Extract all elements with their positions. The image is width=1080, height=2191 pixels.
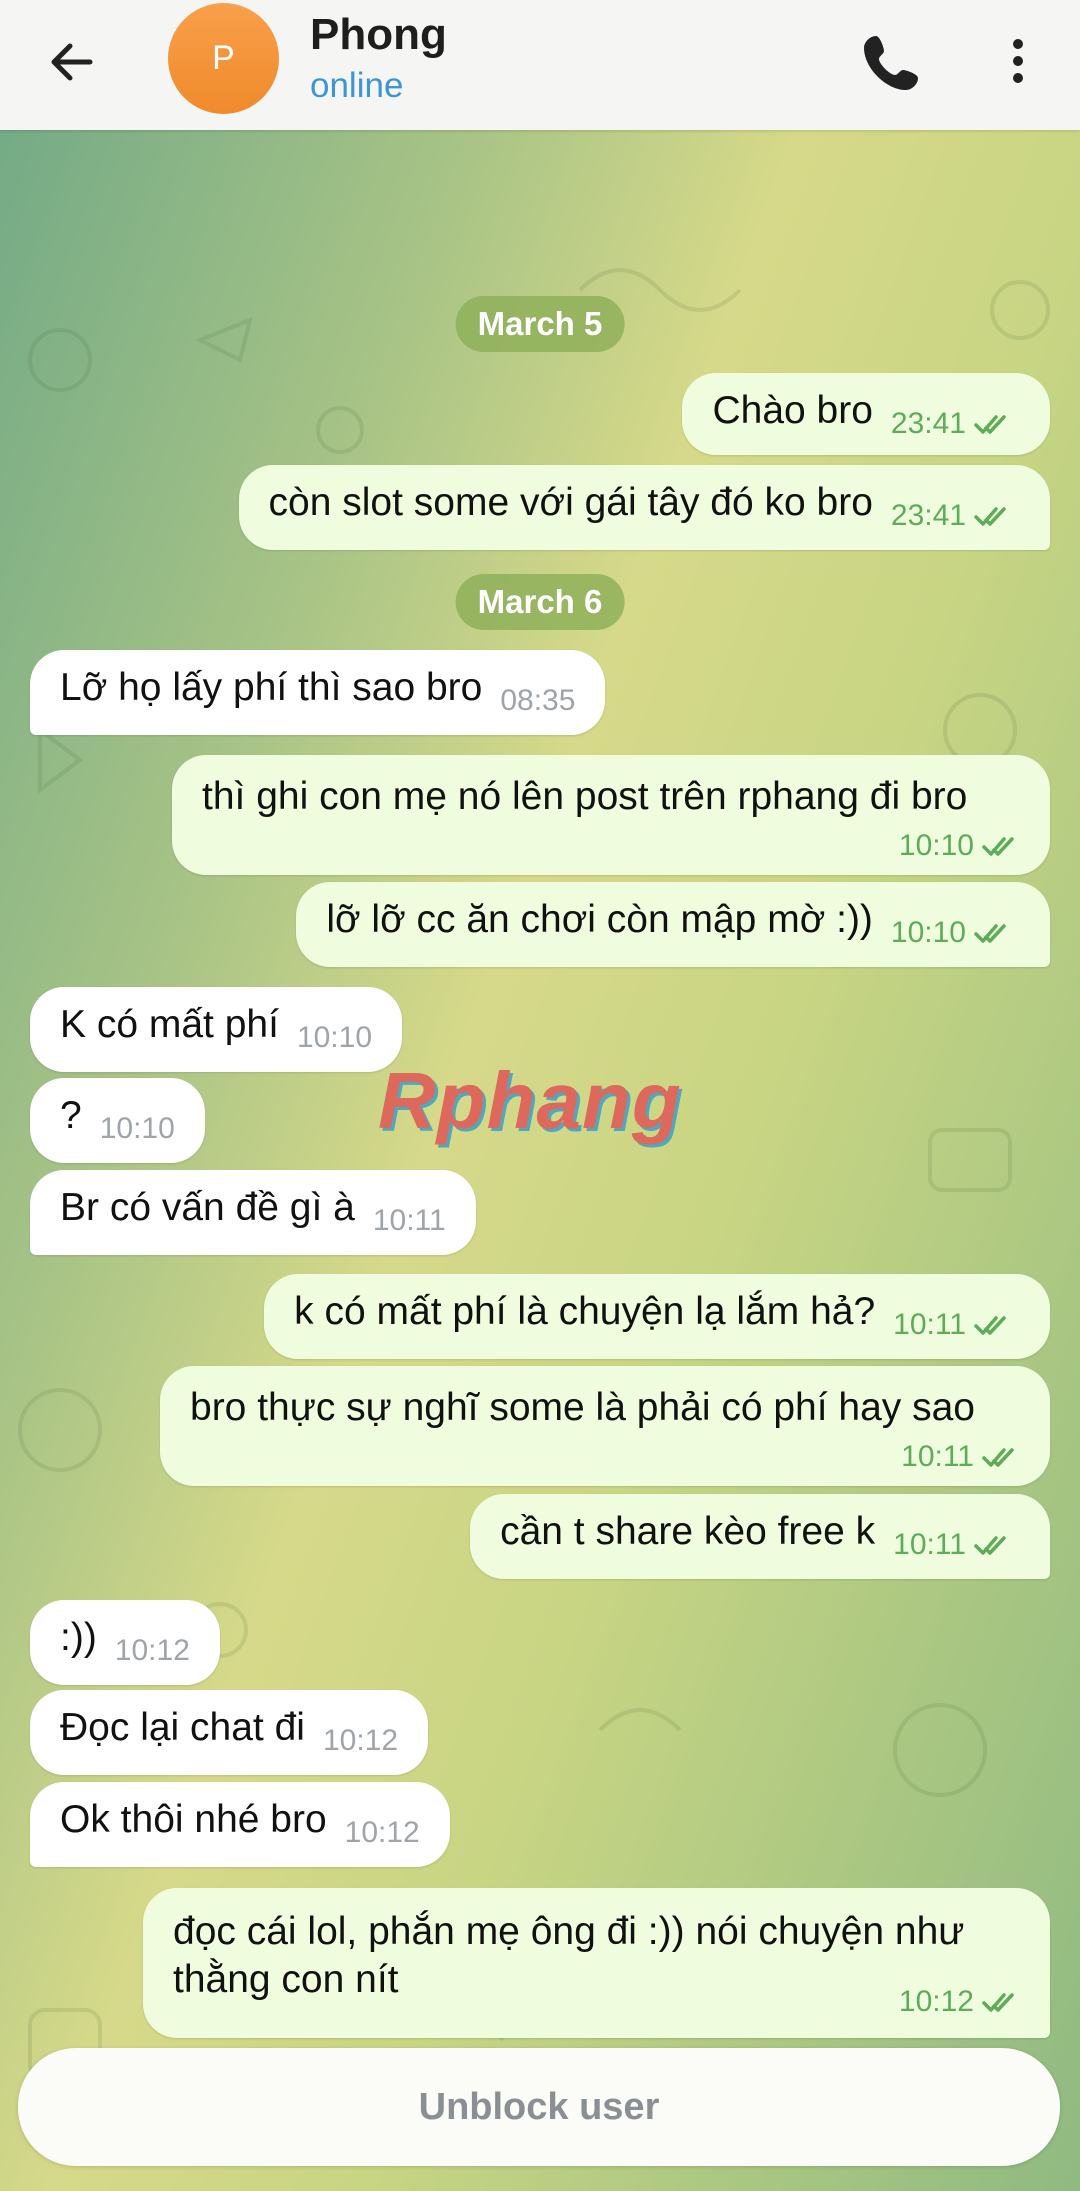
double-check-icon xyxy=(974,507,1006,526)
message-meta: 10:10 xyxy=(297,1021,372,1055)
incoming-message[interactable]: Đọc lại chat đi 10:12 xyxy=(30,1690,429,1775)
message-time: 10:11 xyxy=(893,1308,966,1341)
message-meta: 10:12 xyxy=(115,1634,190,1668)
message-time: 23:41 xyxy=(890,407,966,440)
double-check-icon xyxy=(982,1993,1014,2012)
message-meta: 10:12 xyxy=(345,1816,420,1850)
chat-header: P Phong online xyxy=(0,0,1080,130)
message-time: 10:11 xyxy=(893,1528,966,1561)
message-time: 10:10 xyxy=(890,916,966,949)
message-text: Chào bro xyxy=(712,389,873,432)
message-text: cần t share kèo free k xyxy=(500,1510,876,1553)
message-time: 10:10 xyxy=(898,829,974,862)
message-time: 10:12 xyxy=(898,1985,974,2018)
unblock-user-button[interactable]: Unblock user xyxy=(18,2048,1060,2166)
message-text: lỡ lỡ cc ăn chơi còn mập mờ :)) xyxy=(326,898,873,941)
message-time: 23:41 xyxy=(890,499,966,532)
more-vertical-icon[interactable] xyxy=(995,26,1041,96)
message-text: Br có vấn đề gì à xyxy=(60,1186,355,1229)
watermark-logo: Rphang xyxy=(378,1056,682,1145)
message-time: 10:11 xyxy=(372,1204,446,1237)
message-time: 10:10 xyxy=(99,1112,175,1145)
phone-icon[interactable] xyxy=(858,26,928,96)
double-check-icon xyxy=(974,1316,1006,1335)
back-arrow-icon[interactable] xyxy=(40,30,104,94)
double-check-icon xyxy=(974,1536,1006,1555)
message-meta: 10:12 xyxy=(899,1978,1028,2026)
message-meta: 10:10 xyxy=(100,1112,175,1146)
outgoing-message[interactable]: bro thực sự nghĩ some là phải có phí hay… xyxy=(160,1366,1050,1486)
message-meta: 10:11 xyxy=(893,1308,1020,1342)
message-time: 10:12 xyxy=(114,1634,190,1667)
contact-status: online xyxy=(310,66,404,105)
message-meta: 10:12 xyxy=(323,1724,398,1758)
incoming-message[interactable]: K có mất phí 10:10 xyxy=(30,987,403,1072)
date-separator: March 5 xyxy=(455,296,625,352)
message-text: Ok thôi nhé bro xyxy=(60,1798,327,1841)
message-meta: 10:11 xyxy=(901,1440,1028,1474)
message-meta: 08:35 xyxy=(500,684,575,718)
double-check-icon xyxy=(974,415,1006,434)
message-meta: 10:11 xyxy=(373,1204,446,1238)
message-text: ? xyxy=(60,1094,82,1137)
outgoing-message[interactable]: lỡ lỡ cc ăn chơi còn mập mờ :)) 10:10 xyxy=(296,882,1050,967)
double-check-icon xyxy=(982,1448,1014,1467)
message-text: còn slot some với gái tây đó ko bro xyxy=(268,481,873,524)
incoming-message[interactable]: ? 10:10 xyxy=(30,1078,205,1163)
unblock-user-label: Unblock user xyxy=(418,2085,660,2128)
avatar[interactable]: P xyxy=(168,3,279,114)
incoming-message[interactable]: Lỡ họ lấy phí thì sao bro 08:35 xyxy=(30,650,606,735)
message-time: 08:35 xyxy=(500,684,576,717)
message-text: đọc cái lol, phắn mẹ ông đi :)) nói chuy… xyxy=(173,1910,965,2001)
message-text: Lỡ họ lấy phí thì sao bro xyxy=(60,666,483,709)
outgoing-message[interactable]: k có mất phí là chuyện lạ lắm hả? 10:11 xyxy=(264,1274,1050,1359)
contact-name[interactable]: Phong xyxy=(310,10,447,60)
date-separator: March 6 xyxy=(455,574,625,630)
message-text: bro thực sự nghĩ some là phải có phí hay… xyxy=(190,1386,975,1429)
message-meta: 10:10 xyxy=(891,916,1020,950)
message-meta: 23:41 xyxy=(891,499,1020,533)
message-time: 10:11 xyxy=(901,1440,974,1473)
message-text: thì ghi con mẹ nó lên post trên rphang đ… xyxy=(202,775,968,818)
message-meta: 10:11 xyxy=(893,1528,1020,1562)
double-check-icon xyxy=(982,837,1014,856)
incoming-message[interactable]: Ok thôi nhé bro 10:12 xyxy=(30,1782,450,1867)
outgoing-message[interactable]: thì ghi con mẹ nó lên post trên rphang đ… xyxy=(172,755,1050,875)
message-time: 10:12 xyxy=(344,1816,420,1849)
message-text: :)) xyxy=(60,1616,97,1659)
message-time: 10:12 xyxy=(322,1724,399,1757)
message-text: K có mất phí xyxy=(60,1003,279,1046)
avatar-letter: P xyxy=(212,39,235,77)
incoming-message[interactable]: :)) 10:12 xyxy=(30,1600,220,1685)
message-time: 10:10 xyxy=(296,1021,373,1054)
outgoing-message[interactable]: cần t share kèo free k 10:11 xyxy=(470,1494,1050,1579)
message-text: k có mất phí là chuyện lạ lắm hả? xyxy=(294,1290,876,1333)
double-check-icon xyxy=(974,924,1006,943)
message-meta: 23:41 xyxy=(891,407,1020,441)
outgoing-message[interactable]: còn slot some với gái tây đó ko bro 23:41 xyxy=(238,465,1050,550)
message-text: Đọc lại chat đi xyxy=(60,1706,305,1749)
message-meta: 10:10 xyxy=(899,829,1028,863)
outgoing-message[interactable]: Chào bro 23:41 xyxy=(682,373,1050,455)
incoming-message[interactable]: Br có vấn đề gì à 10:11 xyxy=(30,1170,476,1255)
outgoing-message[interactable]: đọc cái lol, phắn mẹ ông đi :)) nói chuy… xyxy=(143,1888,1050,2038)
